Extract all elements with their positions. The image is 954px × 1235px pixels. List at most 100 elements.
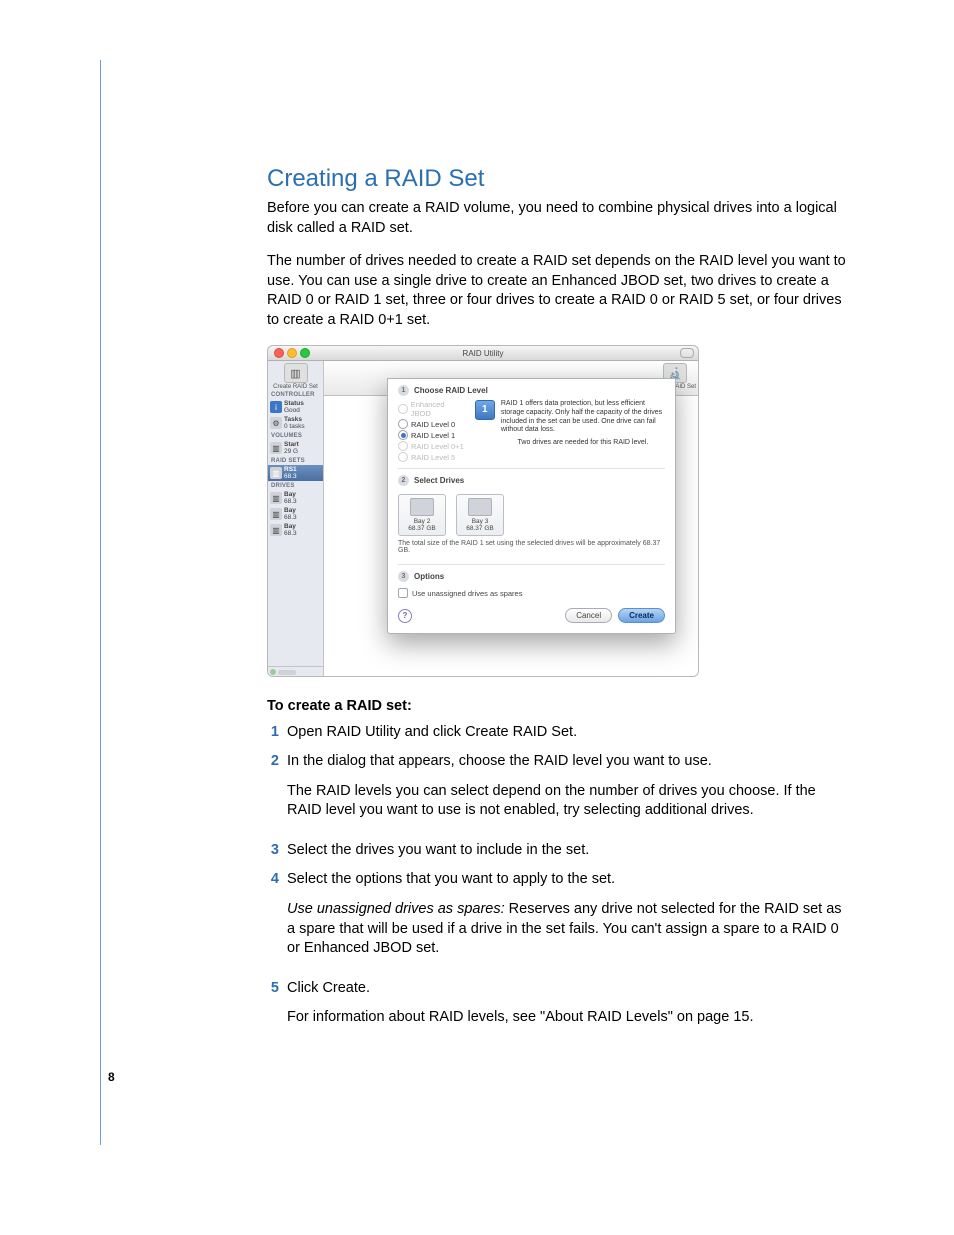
- cancel-button[interactable]: Cancel: [565, 608, 612, 623]
- sidebar-item-label: Bay: [284, 491, 296, 498]
- list-item: 2 In the dialog that appears, choose the …: [267, 752, 847, 831]
- spares-checkbox[interactable]: Use unassigned drives as spares: [398, 586, 665, 600]
- list-item: 3Select the drives you want to include i…: [267, 841, 847, 861]
- drive-size: 68.37 GB: [402, 525, 442, 532]
- list-item: 5Click Create.For information about RAID…: [267, 979, 847, 1038]
- radio-label: RAID Level 1: [411, 431, 455, 440]
- sidebar-item-label: RS1: [284, 466, 297, 473]
- radio-raid5: RAID Level 5: [398, 452, 465, 462]
- checkbox-icon: [398, 588, 408, 598]
- sidebar-item-label: Tasks: [284, 416, 302, 423]
- info-text-sub: Two drives are needed for this RAID leve…: [501, 439, 665, 448]
- sheet-footer: ? Cancel Create: [388, 602, 675, 633]
- section-options: 3 Options Use unassigned drives as spares: [388, 565, 675, 602]
- radio-raid1[interactable]: RAID Level 1: [398, 430, 465, 440]
- section-heading: Choose RAID Level: [414, 386, 488, 395]
- level-badge-icon: 1: [475, 400, 495, 420]
- sidebar-item-sub: 29 G: [284, 448, 298, 455]
- size-note: The total size of the RAID 1 set using t…: [398, 538, 665, 558]
- sidebar-item-status[interactable]: i StatusGood: [268, 399, 323, 415]
- radio-icon: [398, 441, 408, 451]
- page-number: 8: [108, 1070, 115, 1084]
- step-badge-icon: 1: [398, 385, 409, 396]
- sidebar-item-drive[interactable]: ▥Bay68.3: [268, 506, 323, 522]
- sidebar-item-label: Bay: [284, 507, 296, 514]
- section-select-drives: 2Select Drives Bay 2 68.37 GB Bay 3: [388, 469, 675, 564]
- step-text-sub: Use unassigned drives as spares: Reserve…: [287, 900, 847, 959]
- create-button[interactable]: Create: [618, 608, 665, 623]
- app-window: RAID Utility ▥ Create RAID Set CONTROLLE…: [267, 345, 699, 677]
- radio-icon: [398, 452, 408, 462]
- disk-icon: ▥: [270, 492, 282, 504]
- sidebar-item-label: Start: [284, 441, 299, 448]
- steps-section: To create a RAID set: 1Open RAID Utility…: [267, 697, 847, 1048]
- list-item: 4 Select the options that you want to app…: [267, 870, 847, 968]
- capacity-bar-icon: [278, 670, 296, 675]
- window-body: ▥ Create RAID Set CONTROLLER i StatusGoo…: [268, 361, 698, 677]
- status-dot-icon: [270, 669, 276, 675]
- step-text: In the dialog that appears, choose the R…: [287, 752, 847, 772]
- drive-name: Bay 2: [402, 518, 442, 525]
- help-button[interactable]: ?: [398, 609, 412, 623]
- drive-size: 68.37 GB: [460, 525, 500, 532]
- radio-raid01: RAID Level 0+1: [398, 441, 465, 451]
- disk-icon: ▥: [270, 442, 282, 454]
- radio-label: RAID Level 0: [411, 420, 455, 429]
- drive-icon: ▥: [284, 363, 308, 383]
- sidebar-footer: [268, 666, 323, 677]
- steps-heading: To create a RAID set:: [267, 697, 847, 717]
- step-number: 3: [267, 841, 279, 861]
- create-raid-set-button[interactable]: ▥ Create RAID Set: [268, 361, 323, 390]
- checkbox-label: Use unassigned drives as spares: [412, 589, 522, 598]
- sidebar-item-volume[interactable]: ▥ Start29 G: [268, 440, 323, 456]
- step-text: Select the options that you want to appl…: [287, 870, 847, 890]
- sidebar-item-sub: 68.3: [284, 514, 297, 521]
- step-text-sub: The RAID levels you can select depend on…: [287, 782, 847, 821]
- sidebar-item-drive[interactable]: ▥Bay68.3: [268, 522, 323, 538]
- drive-tile[interactable]: Bay 3 68.37 GB: [456, 494, 504, 536]
- step-text-sub: For information about RAID levels, see "…: [287, 1008, 847, 1028]
- disk-icon: ▥: [270, 524, 282, 536]
- section-choose-level: 1 Choose RAID Level Enhanced JBOD RAID Le…: [388, 379, 675, 468]
- sidebar-item-raidset[interactable]: ▥ RS168.3: [268, 465, 323, 481]
- radio-enhanced-jbod: Enhanced JBOD: [398, 400, 465, 418]
- sidebar-section-controller: CONTROLLER: [268, 390, 323, 399]
- step-number: 1: [267, 723, 279, 743]
- radio-icon: [398, 404, 408, 414]
- sidebar-item-sub: 68.3: [284, 498, 297, 505]
- sidebar-item-sub: 68.3: [284, 530, 297, 537]
- drive-icon: [410, 498, 434, 516]
- step-number: 4: [267, 870, 279, 968]
- sidebar-item-sub: Good: [284, 407, 300, 414]
- radio-icon: [398, 430, 408, 440]
- level-info: 1 RAID 1 offers data protection, but les…: [475, 400, 665, 462]
- margin-rule: [100, 60, 101, 1145]
- list-item: 1Open RAID Utility and click Create RAID…: [267, 723, 847, 743]
- radio-raid0[interactable]: RAID Level 0: [398, 419, 465, 429]
- intro-paragraph-1: Before you can create a RAID volume, you…: [267, 199, 847, 238]
- step-number: 2: [267, 752, 279, 831]
- embedded-screenshot: RAID Utility ▥ Create RAID Set CONTROLLE…: [267, 345, 697, 675]
- sidebar: ▥ Create RAID Set CONTROLLER i StatusGoo…: [268, 361, 324, 677]
- option-term: Use unassigned drives as spares:: [287, 901, 505, 917]
- steps-list: 1Open RAID Utility and click Create RAID…: [267, 723, 847, 1038]
- section-heading: Select Drives: [414, 476, 464, 485]
- main-pane: 🔬 Verify RAID Set 1Choose RAID Level Enh…: [324, 361, 698, 677]
- window-titlebar: RAID Utility: [268, 346, 698, 361]
- sidebar-item-drive[interactable]: ▥Bay68.3: [268, 490, 323, 506]
- step-badge-icon: 3: [398, 571, 409, 582]
- raid-level-radios: Enhanced JBOD RAID Level 0 RAID Level 1 …: [398, 400, 465, 462]
- info-icon: i: [270, 401, 282, 413]
- window-title: RAID Utility: [268, 349, 698, 358]
- toolbar-toggle-icon[interactable]: [680, 348, 694, 358]
- gear-icon: ⚙: [270, 417, 282, 429]
- section-heading: Options: [414, 572, 444, 581]
- radio-label: Enhanced JBOD: [411, 400, 465, 418]
- disk-icon: ▥: [270, 508, 282, 520]
- step-text: Click Create.: [287, 979, 847, 999]
- sidebar-section-raidsets: RAID SETS: [268, 456, 323, 465]
- raidset-icon: ▥: [270, 467, 282, 479]
- sidebar-section-volumes: VOLUMES: [268, 431, 323, 440]
- sidebar-item-tasks[interactable]: ⚙ Tasks0 tasks: [268, 415, 323, 431]
- drive-tile[interactable]: Bay 2 68.37 GB: [398, 494, 446, 536]
